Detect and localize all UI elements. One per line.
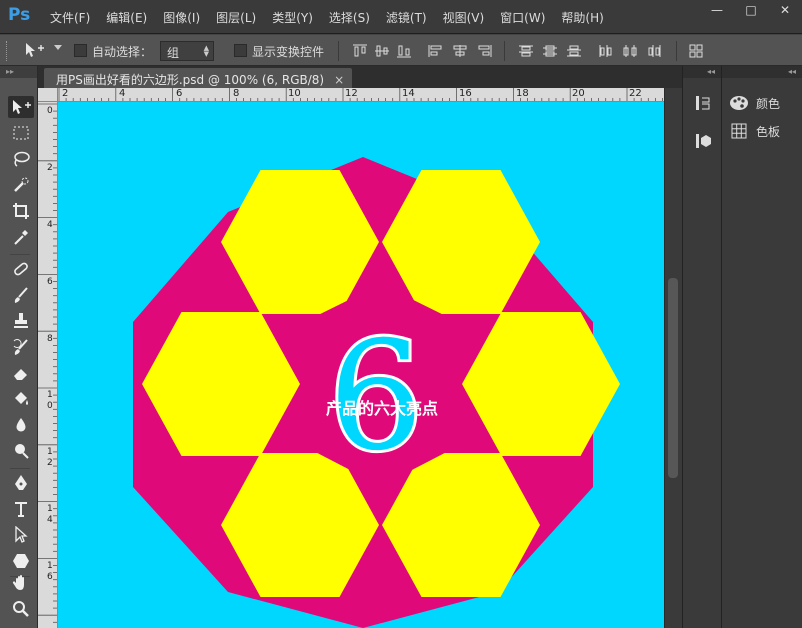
menu-help[interactable]: 帮助(H)	[561, 9, 603, 26]
crop-icon[interactable]	[8, 200, 34, 222]
options-grip[interactable]	[6, 41, 9, 61]
lasso-icon[interactable]	[8, 148, 34, 170]
swatches-panel-label: 色板	[756, 124, 781, 139]
color-panel-button[interactable]: 颜色	[728, 92, 780, 114]
auto-select-value: 组	[167, 46, 180, 60]
distribute-top-icon[interactable]	[518, 44, 534, 58]
menu-select[interactable]: 选择(S)	[329, 9, 370, 26]
collapse-dock-icon[interactable]: ◂◂	[722, 66, 802, 78]
artwork: 6 产品的六大亮点	[133, 157, 620, 628]
3d-panel-icon[interactable]	[692, 130, 714, 152]
grid-icon	[728, 122, 750, 140]
ruler-ticks	[58, 88, 663, 101]
divider	[10, 468, 30, 469]
collapse-dock-icon[interactable]: ◂◂	[683, 66, 721, 78]
divider	[676, 41, 677, 61]
move-tool-icon[interactable]	[8, 96, 34, 118]
auto-select-dropdown[interactable]: 组 ▲ ▼	[160, 41, 214, 61]
auto-select-checkbox[interactable]	[74, 44, 87, 57]
document-tab-bar: 用PS画出好看的六边形.psd @ 100% (6, RGB/8) ×	[38, 66, 682, 88]
show-transform-checkbox[interactable]	[234, 44, 247, 57]
divider	[338, 41, 339, 61]
vertical-scrollbar[interactable]	[664, 88, 682, 628]
align-top-icon[interactable]	[352, 44, 368, 58]
history-panel-icon[interactable]	[692, 92, 714, 114]
tools-panel: ▸▸	[0, 66, 38, 628]
paint-bucket-icon[interactable]	[8, 388, 34, 410]
distribute-left-icon[interactable]	[598, 44, 614, 58]
path-select-icon[interactable]	[8, 524, 34, 546]
align-left-icon[interactable]	[428, 44, 444, 58]
brush-icon[interactable]	[8, 284, 34, 306]
distribute-right-icon[interactable]	[646, 44, 662, 58]
palette-icon	[728, 94, 750, 112]
menu-window[interactable]: 窗口(W)	[500, 9, 545, 26]
ruler-corner[interactable]	[38, 88, 58, 102]
eraser-icon[interactable]	[8, 362, 34, 384]
vertical-ruler[interactable]: 0 2 4 6 8 10 12 14 16	[38, 102, 58, 628]
menu-file[interactable]: 文件(F)	[50, 9, 90, 26]
distribute-hcenter-icon[interactable]	[622, 44, 638, 58]
horizontal-ruler[interactable]: 2 4 6 8 10 12 14 16 18 20 22	[58, 88, 664, 102]
photoshop-logo: Ps	[8, 5, 31, 25]
distribute-bottom-icon[interactable]	[566, 44, 582, 58]
zoom-icon[interactable]	[8, 598, 34, 620]
close-icon[interactable]: ×	[334, 73, 344, 87]
canvas-caption: 产品的六大亮点	[326, 399, 438, 418]
healing-brush-icon[interactable]	[8, 258, 34, 280]
hand-icon[interactable]	[8, 572, 34, 594]
close-button[interactable]: ✕	[768, 0, 802, 20]
menu-bar: Ps 文件(F) 编辑(E) 图像(I) 图层(L) 类型(Y) 选择(S) 滤…	[0, 0, 802, 34]
collapse-toolbar-icon[interactable]: ▸▸	[0, 66, 37, 78]
auto-align-icon[interactable]	[688, 44, 704, 58]
window-controls: — □ ✕	[700, 0, 802, 20]
divider	[10, 254, 30, 255]
align-vcenter-icon[interactable]	[374, 44, 390, 58]
divider	[504, 41, 505, 61]
quick-select-icon[interactable]	[8, 174, 34, 196]
align-hcenter-icon[interactable]	[452, 44, 468, 58]
stepper-arrows-icon: ▲ ▼	[203, 44, 209, 58]
ruler-ticks	[38, 103, 57, 623]
show-transform-label: 显示变换控件	[252, 45, 325, 59]
menu-layer[interactable]: 图层(L)	[216, 9, 256, 26]
clone-stamp-icon[interactable]	[8, 310, 34, 332]
auto-select-label: 自动选择：	[92, 45, 153, 59]
distribute-vcenter-icon[interactable]	[542, 44, 558, 58]
options-bar: 自动选择： 组 ▲ ▼ 显示变换控件	[0, 34, 802, 66]
blur-icon[interactable]	[8, 414, 34, 436]
menu-items: 文件(F) 编辑(E) 图像(I) 图层(L) 类型(Y) 选择(S) 滤镜(T…	[50, 9, 620, 26]
panel-dock: ◂◂ 颜色 色板	[722, 66, 802, 628]
type-icon[interactable]	[8, 498, 34, 520]
swatches-panel-button[interactable]: 色板	[728, 120, 780, 142]
big-number-six: 6	[328, 310, 423, 484]
hexagon-shape-icon[interactable]	[8, 550, 34, 572]
move-tool-preset-icon[interactable]	[24, 42, 46, 62]
menu-filter[interactable]: 滤镜(T)	[386, 9, 427, 26]
minimize-button[interactable]: —	[700, 0, 734, 20]
document-tab[interactable]: 用PS画出好看的六边形.psd @ 100% (6, RGB/8) ×	[44, 68, 353, 88]
eyedropper-icon[interactable]	[8, 226, 34, 248]
document-canvas[interactable]: 6 产品的六大亮点	[58, 102, 664, 628]
collapsed-panel-dock: ◂◂	[682, 66, 722, 628]
menu-view[interactable]: 视图(V)	[443, 9, 485, 26]
menu-edit[interactable]: 编辑(E)	[106, 9, 147, 26]
menu-image[interactable]: 图像(I)	[163, 9, 200, 26]
scrollbar-thumb[interactable]	[668, 278, 678, 478]
color-panel-label: 颜色	[756, 96, 781, 111]
pen-icon[interactable]	[8, 472, 34, 494]
menu-type[interactable]: 类型(Y)	[272, 9, 313, 26]
document-tab-title: 用PS画出好看的六边形.psd @ 100% (6, RGB/8)	[56, 73, 325, 87]
rect-marquee-icon[interactable]	[8, 122, 34, 144]
align-right-icon[interactable]	[476, 44, 492, 58]
history-brush-icon[interactable]	[8, 336, 34, 358]
chevron-down-icon[interactable]	[54, 45, 62, 50]
align-bottom-icon[interactable]	[396, 44, 412, 58]
maximize-button[interactable]: □	[734, 0, 768, 20]
dodge-icon[interactable]	[8, 440, 34, 462]
